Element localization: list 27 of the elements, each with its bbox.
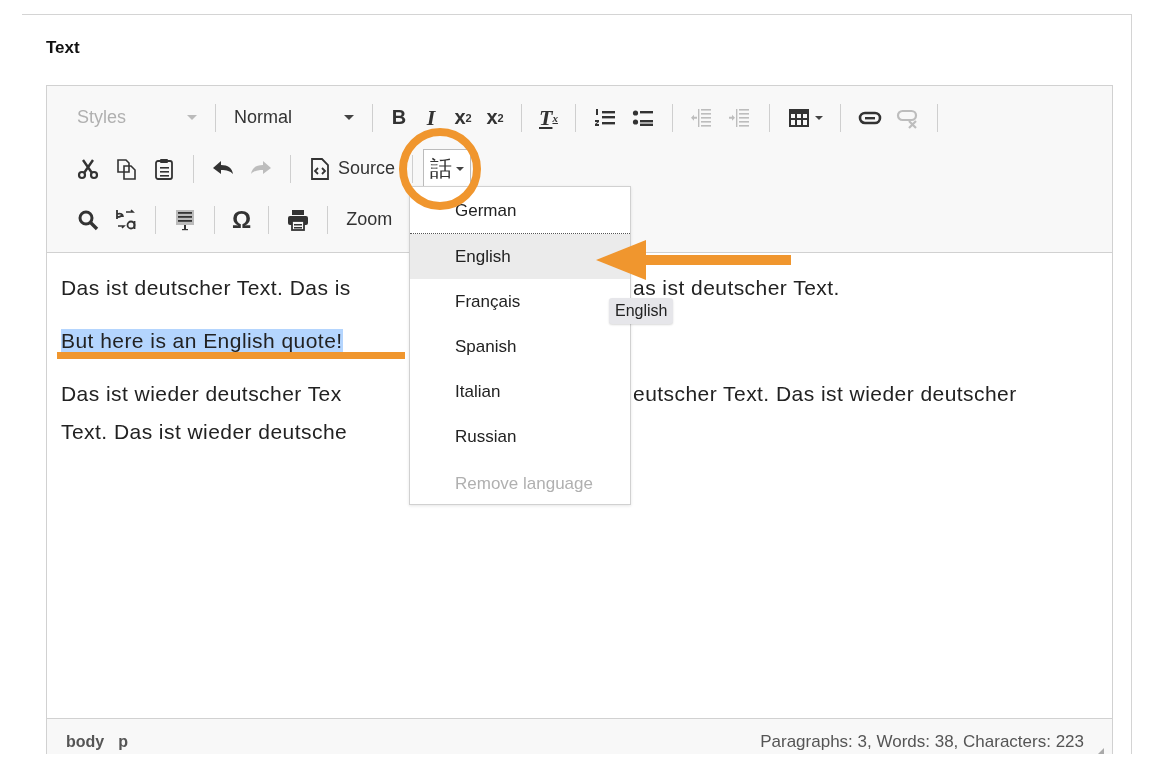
path-link[interactable]: p bbox=[118, 733, 128, 751]
caret-icon bbox=[344, 115, 354, 120]
language-button[interactable]: 話 bbox=[423, 149, 472, 188]
paragraph-text: Text. Das ist wieder deutsche bbox=[61, 420, 348, 443]
paragraph-text: Das ist wieder deutscher Tex bbox=[61, 382, 342, 405]
toolbar-button[interactable]: Ω bbox=[225, 201, 259, 238]
menu-item[interactable]: English bbox=[410, 234, 630, 279]
menu-item[interactable]: Spanish bbox=[410, 324, 630, 369]
paragraph-text: Das ist deutscher Text. Das is bbox=[61, 276, 351, 299]
toolbar-button[interactable]: B bbox=[383, 102, 415, 133]
caret-icon bbox=[456, 166, 465, 171]
source-button[interactable]: Source bbox=[301, 152, 403, 185]
menu-item[interactable]: Russian bbox=[410, 414, 630, 459]
menu-item[interactable]: Italian bbox=[410, 369, 630, 414]
caret-icon bbox=[814, 115, 823, 120]
paragraph-text: as ist deutscher Text. bbox=[633, 276, 840, 300]
path-link[interactable]: body bbox=[66, 733, 105, 751]
toolbar-button[interactable]: x$^{2}$ bbox=[479, 102, 511, 133]
toolbar-button[interactable]: I bbox=[415, 100, 447, 135]
word-count: Paragraphs: 3, Words: 38, Characters: 223 bbox=[760, 732, 1084, 752]
source-file-icon bbox=[308, 156, 332, 181]
paragraph-text: eutscher Text. Das ist wieder deutscher bbox=[633, 382, 1017, 406]
selected-text: But here is an English quote! bbox=[61, 329, 343, 352]
tooltip: English bbox=[609, 298, 674, 324]
dropdown-field[interactable]: Normal bbox=[226, 103, 362, 132]
caret-icon bbox=[187, 115, 197, 120]
field-label: Text bbox=[46, 38, 81, 59]
